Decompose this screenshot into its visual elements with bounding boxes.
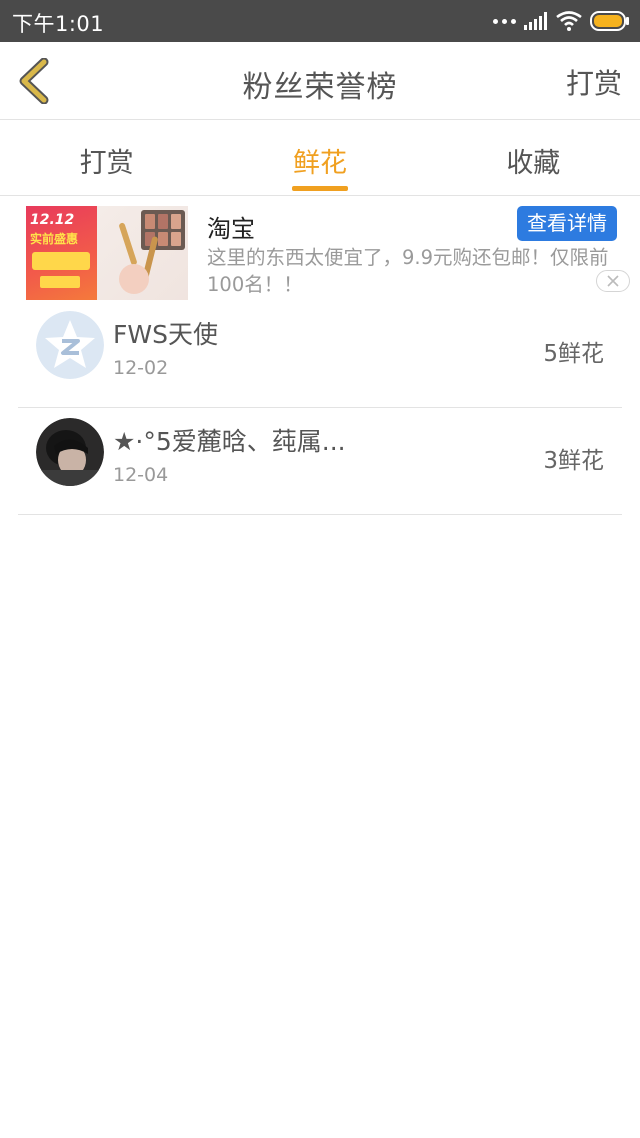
view-details-button[interactable]: 查看详情 (517, 206, 617, 241)
dots-icon (493, 18, 516, 24)
fan-list: FWS天使 12-02 5鲜花 ★·°5爱麓晗、莼属... 12-04 3鲜花 (18, 301, 622, 515)
ad-image-date: 12.12 (30, 212, 75, 228)
fan-name: FWS天使 (113, 320, 218, 349)
active-tab-indicator (291, 186, 348, 191)
default-avatar-icon (36, 311, 104, 379)
wifi-icon (556, 11, 582, 31)
ad-description: 这里的东西太便宜了，9.9元购还包邮！仅限前100名！！ (207, 246, 609, 296)
tab-reward[interactable]: 打赏 (0, 121, 213, 195)
fan-date: 12-04 (113, 464, 169, 486)
tab-bar: 打赏 鲜花 收藏 (0, 121, 640, 196)
list-item[interactable]: ★·°5爱麓晗、莼属... 12-04 3鲜花 (18, 408, 622, 515)
ad-image[interactable]: 12.12 实前盛惠 (26, 206, 188, 300)
ad-image-cosmetics (97, 206, 188, 300)
flower-count: 5鲜花 (543, 341, 604, 367)
list-item[interactable]: FWS天使 12-02 5鲜花 (18, 301, 622, 408)
status-bar: 下午1:01 (0, 0, 640, 42)
ad-banner[interactable]: 12.12 实前盛惠 淘宝 这里的东西太便宜了，9.9元购还包邮！仅限前100名… (0, 197, 640, 301)
ad-image-slogan: 实前盛惠 (30, 232, 79, 246)
status-time: 下午1:01 (12, 12, 105, 36)
page-title: 粉丝荣誉榜 (242, 70, 398, 105)
user-photo-avatar (36, 418, 104, 486)
tab-flowers-label: 鲜花 (292, 148, 347, 179)
fan-date: 12-02 (113, 357, 169, 379)
chevron-left-icon (19, 58, 49, 104)
ad-image-promo: 12.12 实前盛惠 (26, 206, 97, 300)
tab-flowers[interactable]: 鲜花 (213, 121, 426, 195)
flower-count: 3鲜花 (543, 448, 604, 474)
signal-icon (524, 12, 547, 30)
back-button[interactable] (14, 56, 54, 106)
fan-name: ★·°5爱麓晗、莼属... (113, 427, 346, 456)
tab-favorites[interactable]: 收藏 (427, 121, 640, 195)
ad-title: 淘宝 (207, 215, 255, 243)
close-icon (607, 275, 619, 287)
ad-close-button[interactable] (596, 270, 630, 292)
status-icons (493, 8, 630, 34)
battery-icon (590, 11, 629, 31)
header-bar: 粉丝荣誉榜 打赏 (0, 42, 640, 120)
reward-button[interactable]: 打赏 (566, 62, 622, 102)
